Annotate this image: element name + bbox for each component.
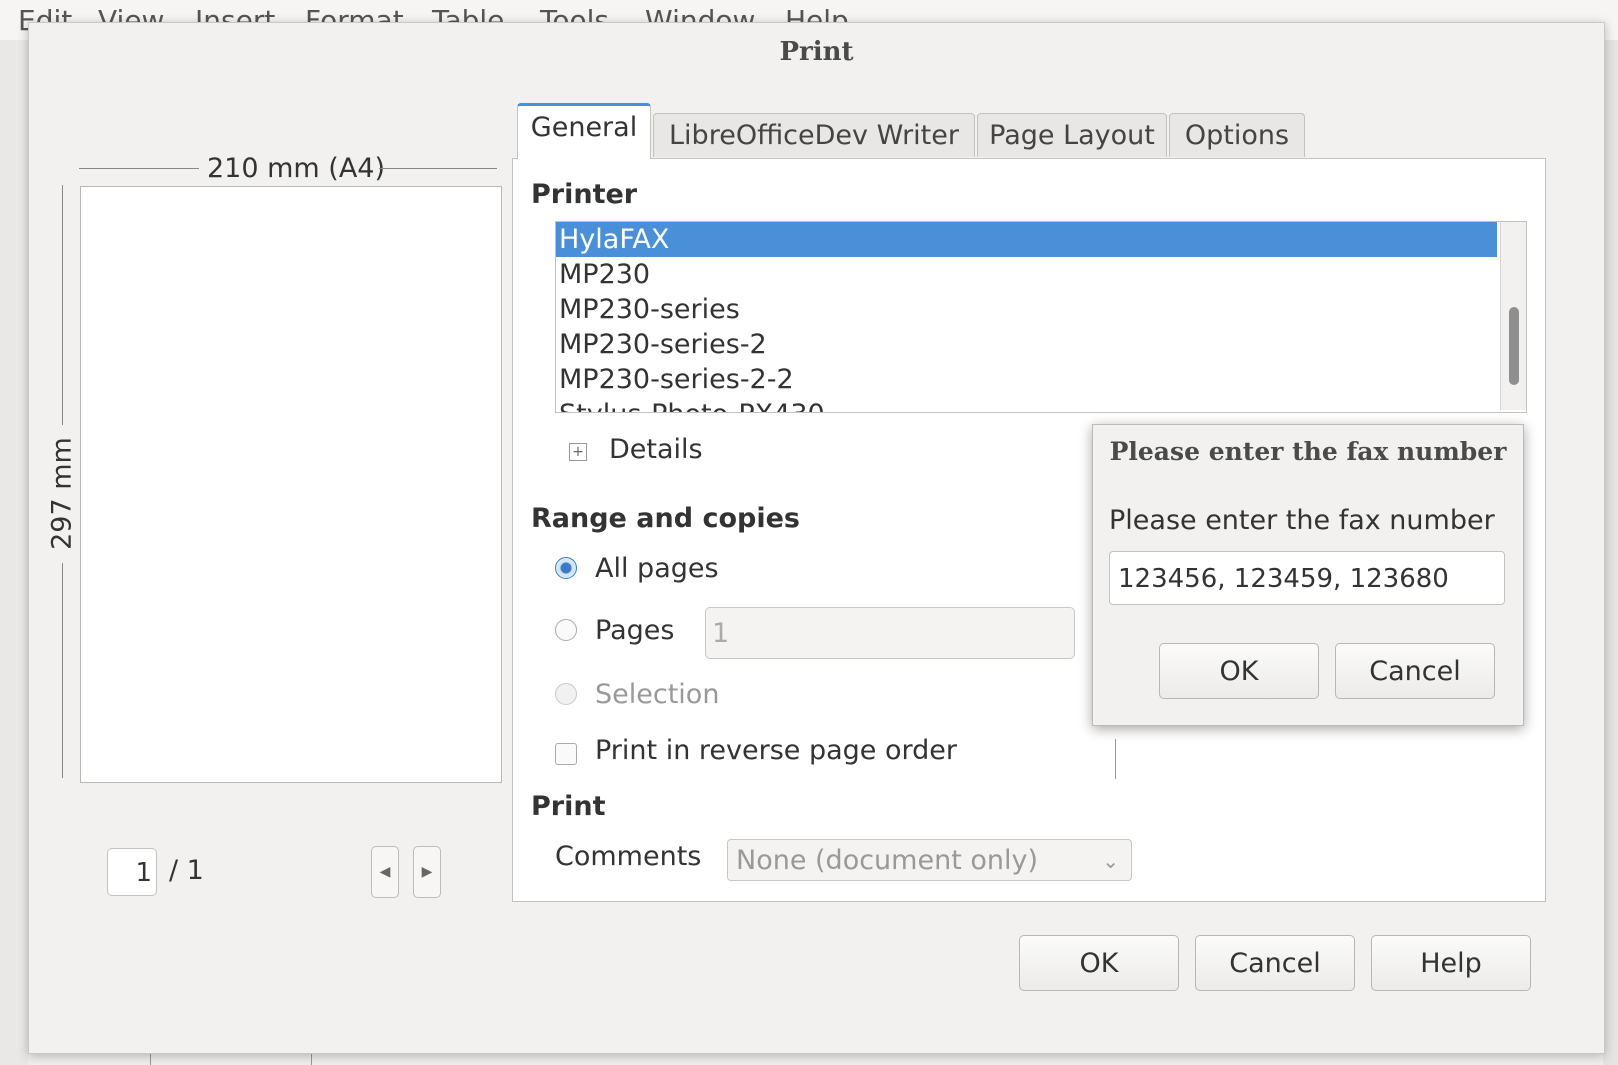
pages-radio[interactable]	[555, 619, 577, 641]
fax-number-input[interactable]: 123456, 123459, 123680	[1109, 551, 1505, 605]
ok-button[interactable]: OK	[1019, 935, 1179, 991]
printer-item-mp230-series-2[interactable]: MP230-series-2	[556, 327, 1497, 362]
printer-section-heading: Printer	[531, 179, 638, 210]
reverse-order-label[interactable]: Print in reverse page order	[595, 735, 957, 766]
expand-plus-icon[interactable]: +	[569, 443, 587, 461]
pages-label[interactable]: Pages	[595, 615, 674, 646]
ok-button-label: OK	[1079, 948, 1119, 979]
printer-item-hylafax[interactable]: HylaFAX	[556, 222, 1497, 257]
fax-number-dialog: Please enter the fax number Please enter…	[1092, 424, 1524, 726]
fax-ok-label: OK	[1219, 656, 1259, 687]
chevron-down-icon: ⌄	[1102, 849, 1119, 873]
fax-ok-button[interactable]: OK	[1159, 643, 1319, 699]
cancel-button-label: Cancel	[1229, 948, 1321, 979]
help-button[interactable]: Help	[1371, 935, 1531, 991]
all-pages-label[interactable]: All pages	[595, 553, 719, 584]
comments-label: Comments	[555, 841, 702, 872]
background-document-right	[1603, 40, 1618, 1065]
preview-dimension-line	[62, 185, 63, 425]
cancel-button[interactable]: Cancel	[1195, 935, 1355, 991]
printer-item-stylus-photo[interactable]: Stylus-Photo-PX430	[556, 397, 1497, 412]
all-pages-radio[interactable]	[555, 557, 577, 579]
fax-cancel-label: Cancel	[1369, 656, 1461, 687]
comments-selected-value: None (document only)	[736, 845, 1039, 876]
print-preview-page	[80, 186, 502, 783]
tab-page-layout[interactable]: Page Layout	[977, 113, 1167, 157]
tab-writer[interactable]: LibreOfficeDev Writer	[653, 113, 975, 157]
details-label: Details	[609, 434, 703, 465]
printer-list[interactable]: HylaFAX MP230 MP230-series MP230-series-…	[555, 221, 1527, 413]
details-expander[interactable]: Details	[609, 434, 703, 465]
dialog-title: Print	[779, 37, 854, 67]
background-document-left	[0, 40, 28, 1065]
chevron-right-icon: ▶	[421, 864, 433, 880]
printer-item-mp230-series[interactable]: MP230-series	[556, 292, 1497, 327]
print-section-heading: Print	[531, 791, 606, 822]
chevron-left-icon: ◀	[379, 864, 391, 880]
help-button-label: Help	[1420, 948, 1482, 979]
printer-list-scrollbar[interactable]	[1500, 222, 1526, 410]
tab-options[interactable]: Options	[1169, 113, 1305, 157]
preview-next-button[interactable]: ▶	[413, 846, 441, 898]
scrollbar-thumb[interactable]	[1509, 307, 1519, 385]
preview-dimension-line	[379, 168, 497, 169]
range-section-heading: Range and copies	[531, 503, 800, 534]
tab-general[interactable]: General	[517, 103, 651, 159]
preview-page-number-input[interactable]: 1	[107, 848, 157, 896]
preview-page-total: / 1	[169, 855, 204, 886]
fax-cancel-button[interactable]: Cancel	[1335, 643, 1495, 699]
preview-prev-button[interactable]: ◀	[371, 846, 399, 898]
preview-dimension-line	[79, 168, 199, 169]
fax-number-label: Please enter the fax number	[1109, 505, 1495, 536]
selection-radio[interactable]	[555, 683, 577, 705]
pages-range-input[interactable]: 1	[705, 607, 1075, 659]
comments-dropdown[interactable]: None (document only) ⌄	[727, 839, 1132, 881]
preview-dimension-line	[62, 563, 63, 778]
preview-width-label: 210 mm (A4)	[207, 153, 386, 184]
reverse-order-checkbox[interactable]	[555, 743, 577, 765]
fax-dialog-title: Please enter the fax number	[1109, 437, 1507, 466]
separator	[1115, 739, 1116, 779]
selection-label[interactable]: Selection	[595, 679, 719, 710]
printer-item-mp230-series-2-2[interactable]: MP230-series-2-2	[556, 362, 1497, 397]
preview-height-label: 297 mm	[46, 437, 78, 550]
printer-item-mp230[interactable]: MP230	[556, 257, 1497, 292]
